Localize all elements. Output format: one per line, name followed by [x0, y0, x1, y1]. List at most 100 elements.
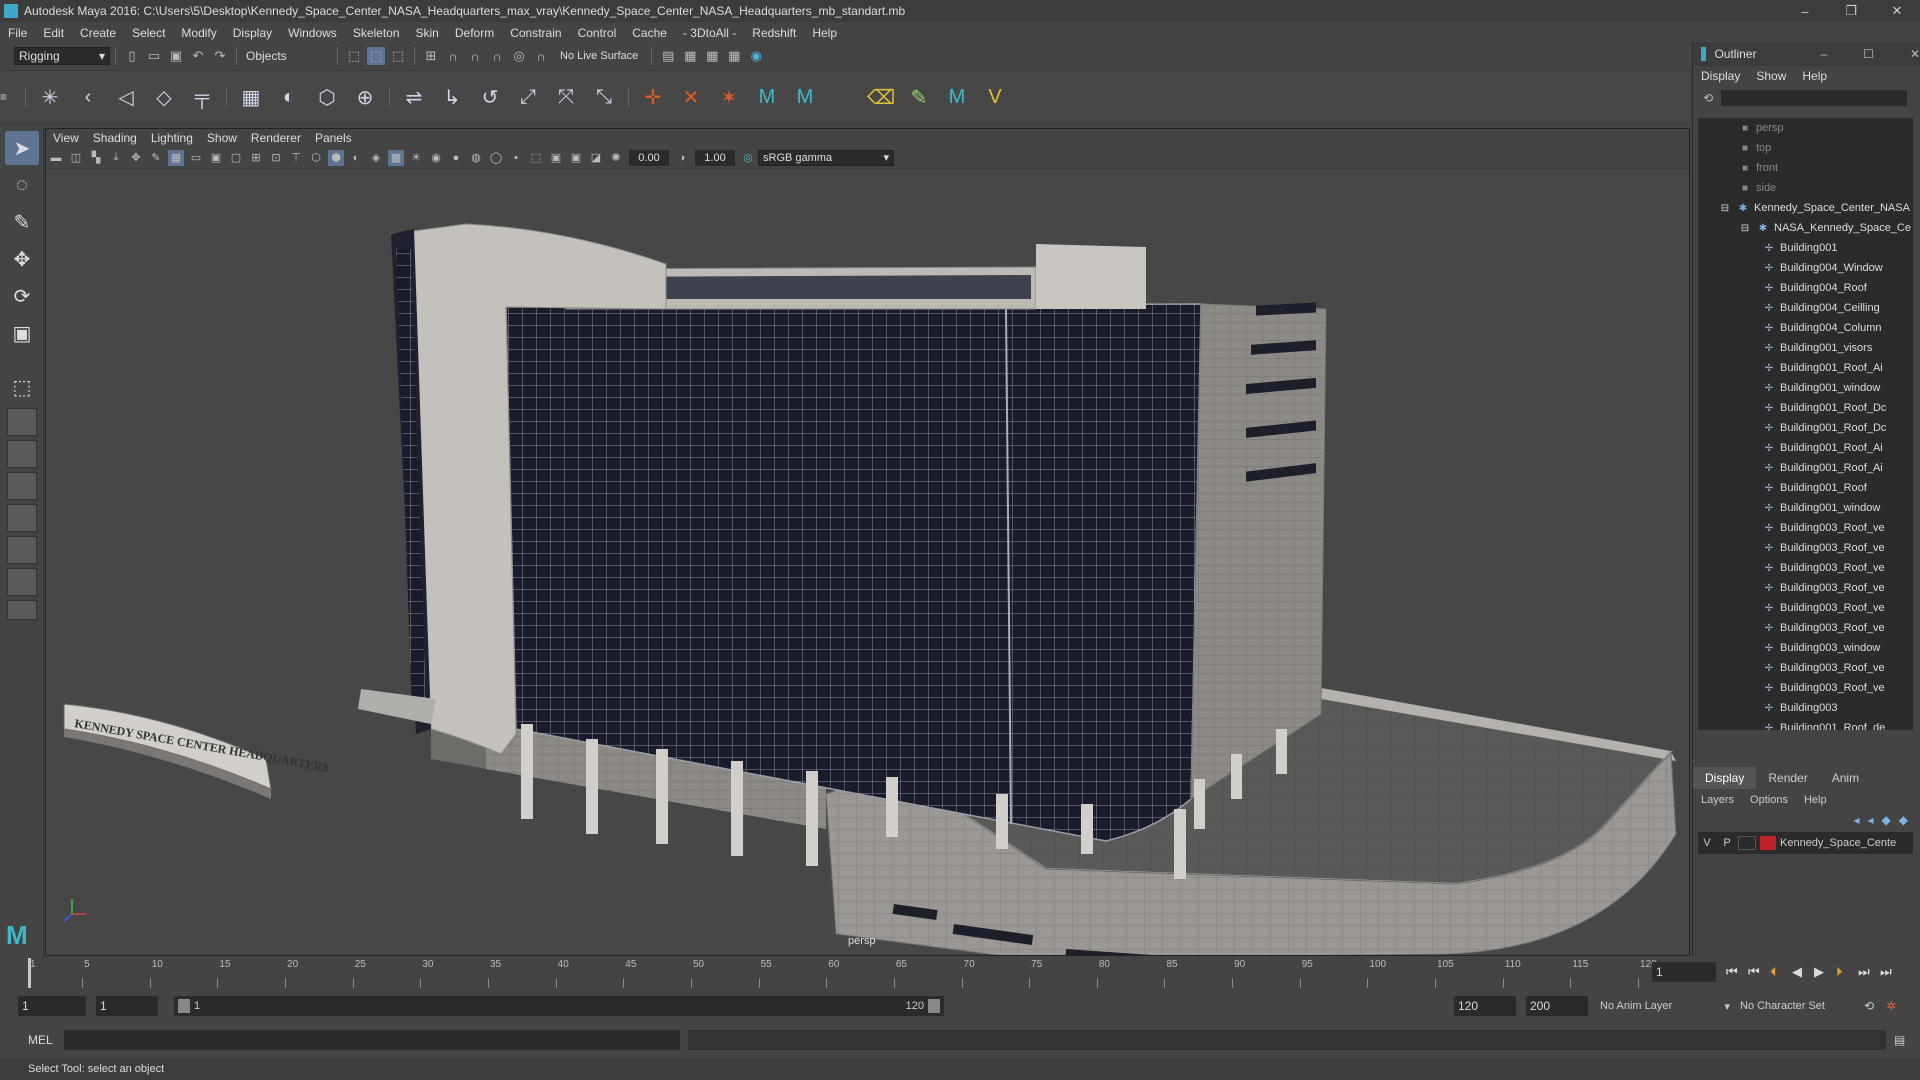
ik-handle-icon[interactable]: ‹: [73, 82, 103, 112]
hypershade-layout-icon[interactable]: [7, 568, 37, 596]
outliner-menu-help[interactable]: Help: [1794, 69, 1835, 83]
anti-alias-icon[interactable]: ◯: [488, 150, 504, 166]
scale-constraint-icon[interactable]: ⤢: [513, 82, 543, 112]
minimize-button[interactable]: –: [1782, 0, 1828, 22]
vp-menu-renderer[interactable]: Renderer: [244, 131, 308, 145]
vp-menu-panels[interactable]: Panels: [308, 131, 359, 145]
shadows-icon[interactable]: ◉: [428, 150, 444, 166]
color-management-icon[interactable]: ◎: [740, 150, 756, 166]
outliner-layout-icon[interactable]: [7, 504, 37, 532]
collapse-icon[interactable]: ⊟: [1718, 202, 1732, 214]
new-scene-icon[interactable]: ▯: [123, 47, 141, 65]
backface-icon[interactable]: ◪: [588, 150, 604, 166]
field-chart-icon[interactable]: ⊞: [248, 150, 264, 166]
script-editor-icon[interactable]: ▤: [1894, 1033, 1905, 1047]
textured-icon[interactable]: ◈: [368, 150, 384, 166]
menu-edit[interactable]: Edit: [35, 26, 72, 40]
grease-pencil-icon[interactable]: ✎: [148, 150, 164, 166]
snap-point-icon[interactable]: ∩: [466, 47, 484, 65]
outliner-item-mesh[interactable]: ✢ Building004_Ceilling: [1698, 298, 1913, 318]
outliner-item-mesh[interactable]: ✢ Building004_Roof: [1698, 278, 1913, 298]
close-button[interactable]: ✕: [1874, 0, 1920, 22]
film-gate-icon[interactable]: ▭: [188, 150, 204, 166]
time-slider[interactable]: 1 5 10 15 20 25 30 35 40 45 50 55 60 65 70 75 80 85 90 95 10…: [0, 958, 1920, 988]
select-object-icon[interactable]: ⬚: [367, 47, 385, 65]
gamma-field[interactable]: 1.00: [695, 149, 735, 166]
hik-icon[interactable]: ✶: [714, 82, 744, 112]
outliner-item-root[interactable]: ⊟ ✱ Kennedy_Space_Center_NASA: [1698, 198, 1913, 218]
current-frame-field[interactable]: 1: [1652, 962, 1716, 982]
resolution-gate-icon[interactable]: ▣: [208, 150, 224, 166]
command-input[interactable]: [64, 1030, 680, 1050]
paint-tool-icon[interactable]: ✎: [904, 82, 934, 112]
selection-mode-dropdown[interactable]: Objects: [242, 47, 332, 65]
four-pane-layout-icon[interactable]: [7, 440, 37, 468]
single-pane-layout-icon[interactable]: [7, 408, 37, 436]
lasso-tool-icon[interactable]: ◌: [5, 168, 39, 202]
cluster-icon[interactable]: ⊕: [350, 82, 380, 112]
scene-start-field[interactable]: 1: [18, 996, 86, 1016]
point-constraint-icon[interactable]: ⇌: [399, 82, 429, 112]
outliner-item-mesh[interactable]: ✢ Building003_Roof_ve: [1698, 518, 1913, 538]
step-forward-frame-icon[interactable]: ⏵: [1836, 964, 1858, 980]
outliner-item-camera[interactable]: ■ persp: [1698, 118, 1913, 138]
outliner-item-mesh[interactable]: ✢ Building001_Roof_Dc: [1698, 398, 1913, 418]
shelf-menu-icon[interactable]: ≡: [0, 90, 20, 104]
layer-menu-help[interactable]: Help: [1796, 794, 1835, 806]
paint-select-icon[interactable]: ✎: [5, 205, 39, 239]
xray-joints-icon[interactable]: ▣: [548, 150, 564, 166]
menu-deform[interactable]: Deform: [447, 26, 502, 40]
layer-menu-layers[interactable]: Layers: [1693, 794, 1742, 806]
scene-end-field[interactable]: 200: [1526, 996, 1588, 1016]
menu-redshift[interactable]: Redshift: [744, 26, 804, 40]
outliner-item-mesh[interactable]: ✢ Building004_Window: [1698, 258, 1913, 278]
ik-spline-icon[interactable]: ◁: [111, 82, 141, 112]
blank-icon[interactable]: [828, 82, 858, 112]
menu-create[interactable]: Create: [72, 26, 124, 40]
scene-view[interactable]: KENNEDY SPACE CENTER HEADQUARTERS: [46, 169, 1690, 956]
wireframe-on-shaded-icon[interactable]: ◐: [348, 150, 364, 166]
auto-key-icon[interactable]: ⟲: [1864, 999, 1874, 1013]
snap-curve-icon[interactable]: ∩: [444, 47, 462, 65]
maximize-button[interactable]: ❐: [1828, 0, 1874, 22]
make-live-icon[interactable]: ∩: [532, 47, 550, 65]
layer-row[interactable]: V P Kennedy_Space_Cente: [1698, 832, 1913, 854]
layer-playback-toggle[interactable]: P: [1716, 837, 1738, 849]
outliner-item-mesh[interactable]: ✢ Building003_Roof_ve: [1698, 598, 1913, 618]
close-button[interactable]: ✕: [1910, 47, 1920, 61]
save-scene-icon[interactable]: ▣: [167, 47, 185, 65]
move-tool-icon[interactable]: ✥: [5, 242, 39, 276]
range-start-handle[interactable]: [178, 999, 190, 1013]
redo-icon[interactable]: ↷: [211, 47, 229, 65]
anim-prefs-icon[interactable]: ✲: [1886, 999, 1896, 1013]
collapse-icon[interactable]: ⊟: [1738, 222, 1752, 234]
outliner-item-mesh[interactable]: ✢ Building001_Roof_Dc: [1698, 418, 1913, 438]
outliner-item-mesh[interactable]: ✢ Building003_Roof_ve: [1698, 578, 1913, 598]
pin-icon[interactable]: ⌫: [866, 82, 896, 112]
lights-icon[interactable]: ☀: [408, 150, 424, 166]
pole-vector-icon[interactable]: ⤡: [589, 82, 619, 112]
character-set-dropdown[interactable]: No Character Set: [1740, 1000, 1856, 1012]
dof-icon[interactable]: ▪: [508, 150, 524, 166]
step-back-frame-icon[interactable]: ⏴: [1770, 964, 1792, 980]
exposure-field[interactable]: 0.00: [629, 149, 669, 166]
outliner-item-mesh[interactable]: ✢ Building001_visors: [1698, 338, 1913, 358]
render-view-icon[interactable]: ▦: [725, 47, 743, 65]
menu-3dtoall[interactable]: - 3DtoAll -: [675, 26, 744, 40]
current-frame-marker[interactable]: [28, 958, 31, 988]
orient-constraint-icon[interactable]: ↺: [475, 82, 505, 112]
grid-icon[interactable]: ▦: [168, 149, 184, 166]
check-icon[interactable]: V: [980, 82, 1010, 112]
last-tool-icon[interactable]: ⬚: [5, 370, 39, 404]
step-forward-key-icon[interactable]: ⏭: [1858, 964, 1880, 980]
move-layer-up-icon[interactable]: ◂: [1853, 813, 1859, 827]
bind-skin-icon[interactable]: ▦: [236, 82, 266, 112]
tab-display[interactable]: Display: [1693, 767, 1757, 789]
menu-file[interactable]: File: [0, 26, 35, 40]
motion-blur-icon[interactable]: ◍: [468, 150, 484, 166]
ipr-render-icon[interactable]: ▦: [703, 47, 721, 65]
menu-skeleton[interactable]: Skeleton: [345, 26, 408, 40]
2d-pan-icon[interactable]: ✥: [128, 150, 144, 166]
joint-tool-icon[interactable]: ✳: [35, 82, 65, 112]
outliner-item-mesh[interactable]: ✢ Building003_Roof_ve: [1698, 618, 1913, 638]
